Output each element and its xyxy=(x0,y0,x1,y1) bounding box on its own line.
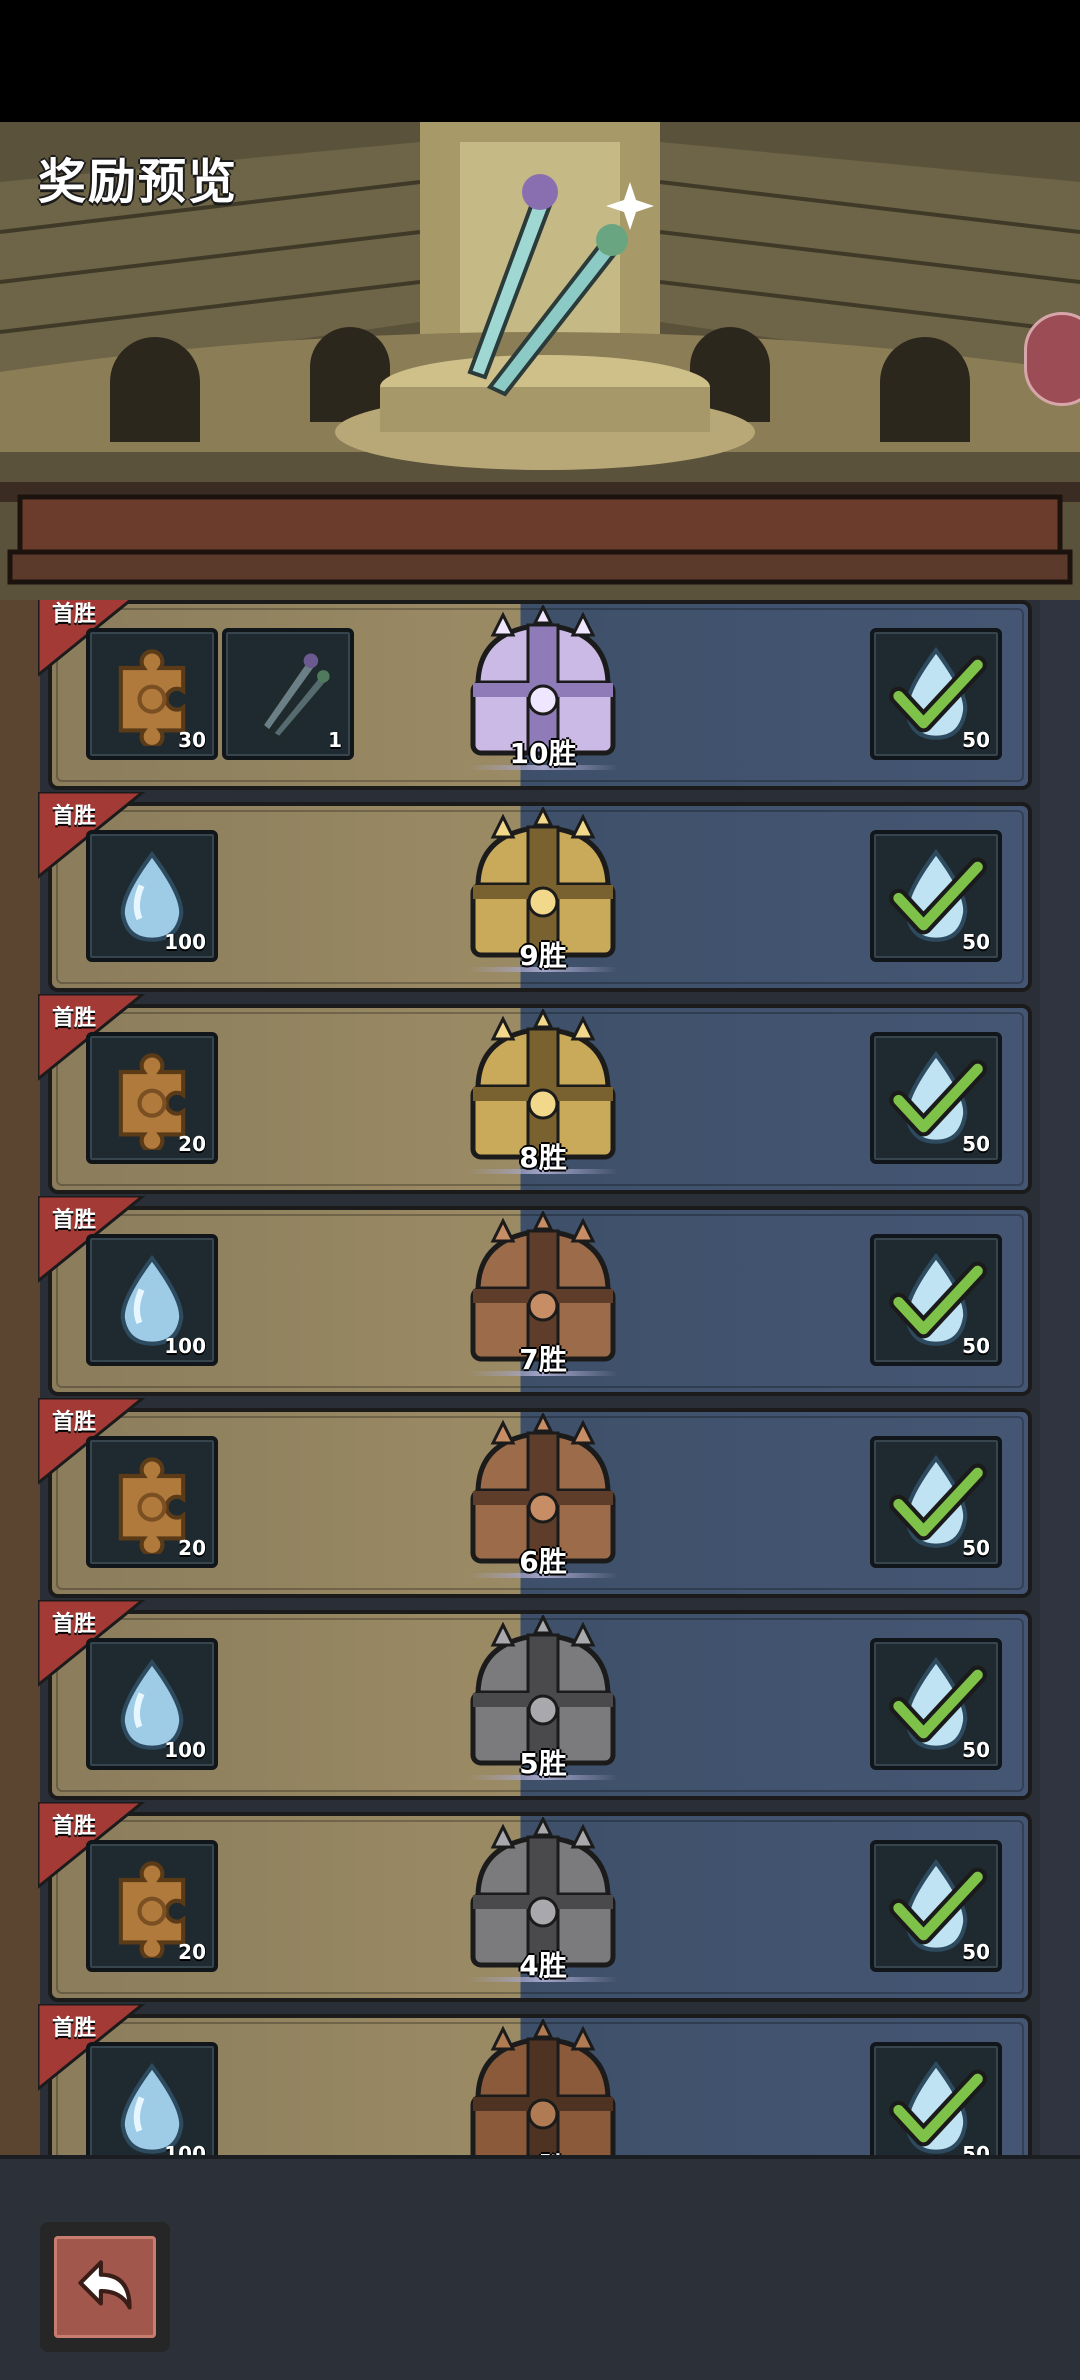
claimed-reward-slot[interactable]: 50 xyxy=(870,1234,1002,1366)
first-reward-slot[interactable]: 100 xyxy=(86,830,218,962)
wins-label: 7胜 xyxy=(519,1343,567,1376)
item-count: 100 xyxy=(164,2142,206,2155)
first-reward-slot[interactable]: 100 xyxy=(86,1234,218,1366)
item-count: 50 xyxy=(962,728,990,752)
first-win-label: 首胜 xyxy=(52,1814,97,1839)
wins-label: 4胜 xyxy=(519,1949,567,1982)
reward-row: 首胜 20 4胜 50 xyxy=(38,1802,1032,2002)
reward-row: 首胜 20 6胜 50 xyxy=(38,1398,1032,1598)
first-win-label: 首胜 xyxy=(52,1612,97,1637)
item-count: 20 xyxy=(178,1536,206,1560)
back-arrow-icon xyxy=(78,2260,132,2310)
status-bar-area xyxy=(0,0,1080,122)
wins-label: 5胜 xyxy=(519,1747,567,1780)
wins-label: 3胜 xyxy=(488,2146,598,2155)
first-reward-slot[interactable]: 20 xyxy=(86,1436,218,1568)
claimed-reward-slot[interactable]: 50 xyxy=(870,1032,1002,1164)
item-count: 100 xyxy=(164,1738,206,1762)
item-count: 50 xyxy=(962,1132,990,1156)
first-reward-slot[interactable]: 100 xyxy=(86,1638,218,1770)
first-win-label: 首胜 xyxy=(52,804,97,829)
wins-label: 8胜 xyxy=(519,1141,567,1174)
first-reward-slot[interactable]: 20 xyxy=(86,1032,218,1164)
page-title: 奖励预览 xyxy=(38,154,239,210)
reward-row: 首胜 100 3胜 50 xyxy=(38,2004,1032,2155)
wins-label: 10胜 xyxy=(509,737,577,770)
reward-row: 首胜 100 5胜 50 xyxy=(38,1600,1032,1800)
first-win-label: 首胜 xyxy=(52,602,97,627)
claimed-reward-slot[interactable]: 50 xyxy=(870,2042,1002,2155)
item-count: 50 xyxy=(962,1536,990,1560)
claimed-reward-slot[interactable]: 50 xyxy=(870,628,1002,760)
reward-row: 首胜 100 7胜 50 xyxy=(38,1196,1032,1396)
first-win-label: 首胜 xyxy=(52,1006,97,1031)
item-count: 50 xyxy=(962,930,990,954)
reward-row: 首胜 20 8胜 50 xyxy=(38,994,1032,1194)
first-reward-slot[interactable]: 100 xyxy=(86,2042,218,2155)
item-count: 50 xyxy=(962,1334,990,1358)
wins-label: 9胜 xyxy=(519,939,567,972)
first-win-label: 首胜 xyxy=(52,1208,97,1233)
first-win-label: 首胜 xyxy=(52,2016,97,2041)
item-count: 1 xyxy=(328,728,342,752)
back-button[interactable] xyxy=(40,2222,170,2352)
item-count: 50 xyxy=(962,1738,990,1762)
claimed-reward-slot[interactable]: 50 xyxy=(870,1436,1002,1568)
banner: 奖励预览 xyxy=(0,122,1080,600)
item-count: 50 xyxy=(962,1940,990,1964)
item-count: 100 xyxy=(164,930,206,954)
side-tab-button[interactable] xyxy=(1024,312,1080,406)
wins-label: 6胜 xyxy=(519,1545,567,1578)
claimed-reward-slot[interactable]: 50 xyxy=(870,1840,1002,1972)
item-count: 20 xyxy=(178,1132,206,1156)
item-count: 50 xyxy=(962,2142,990,2155)
item-count: 30 xyxy=(178,728,206,752)
first-reward-slot[interactable]: 1 xyxy=(222,628,354,760)
first-reward-slot[interactable]: 30 xyxy=(86,628,218,760)
first-reward-slot[interactable]: 20 xyxy=(86,1840,218,1972)
item-count: 100 xyxy=(164,1334,206,1358)
claimed-reward-slot[interactable]: 50 xyxy=(870,830,1002,962)
claimed-reward-slot[interactable]: 50 xyxy=(870,1638,1002,1770)
reward-row: 首胜 100 9胜 50 xyxy=(38,792,1032,992)
reward-row: 首胜 30 1 10胜 50 xyxy=(38,600,1032,790)
chest-icon[interactable] xyxy=(453,2017,633,2155)
reward-list[interactable]: 首胜 30 1 10胜 50 首胜 100 9胜 50 首胜 20 8胜 50 首胜 100 7胜 50 首胜 20… xyxy=(0,600,1080,2155)
item-count: 20 xyxy=(178,1940,206,1964)
first-win-label: 首胜 xyxy=(52,1410,97,1435)
